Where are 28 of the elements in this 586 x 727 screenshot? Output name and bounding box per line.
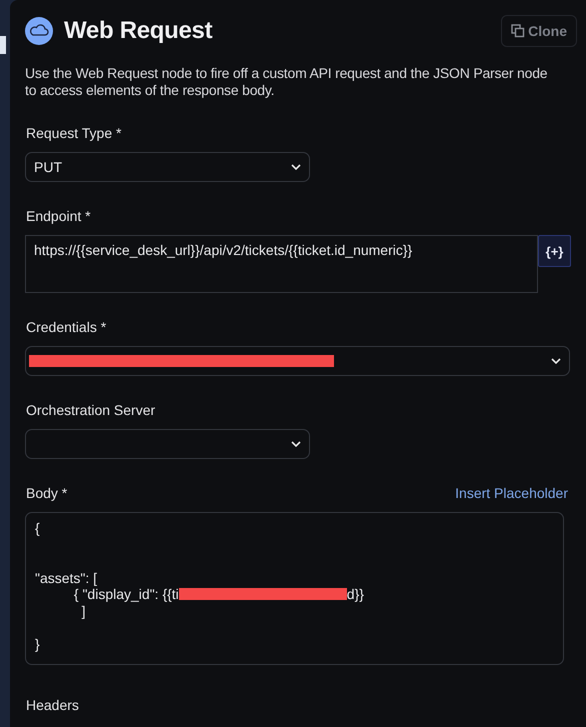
code-line: ] [80,602,86,619]
select-field[interactable]: PUT [25,152,310,182]
cloud-api-icon [25,17,53,45]
description-text: Use the Web Request node to fire off a custom API request and the JSON Parser node to access elements of the response body. [25,65,548,99]
body-editor[interactable]: { "assets": [ { "display_id": {{ti d}} ] } [25,512,564,665]
field-label: Orchestration Server [25,402,156,418]
insert-placeholder-link[interactable]: Insert Placeholder [455,485,568,501]
code-line: } [35,636,40,652]
field-label: Body * [25,485,68,501]
field-label: Credentials * [25,319,108,335]
panel-title: Web Request [64,17,212,45]
clone-button[interactable]: Clone [501,15,577,47]
chevron-down-icon [551,358,561,364]
code-line: { "display_id": {{ti [72,586,179,602]
chevron-down-icon [291,441,301,447]
select-field[interactable] [25,346,570,376]
chevron-down-icon [291,164,301,170]
code-line: "assets": [ [35,570,98,586]
code-line: { [35,520,40,536]
insert-variable-button[interactable]: {+} [538,235,571,267]
endpoint-field[interactable]: https://{{service_desk_url}}/api/v2/tickets/{{ticket.id_numeric}} [25,235,538,293]
field-label: Request Type * [25,125,122,141]
sidebar-tab[interactable] [0,36,6,54]
select-field[interactable] [25,429,310,459]
field-label: Endpoint * [25,208,92,224]
section-label: Headers [25,697,80,713]
code-text: d}} [346,586,364,602]
copy-icon [511,24,526,38]
